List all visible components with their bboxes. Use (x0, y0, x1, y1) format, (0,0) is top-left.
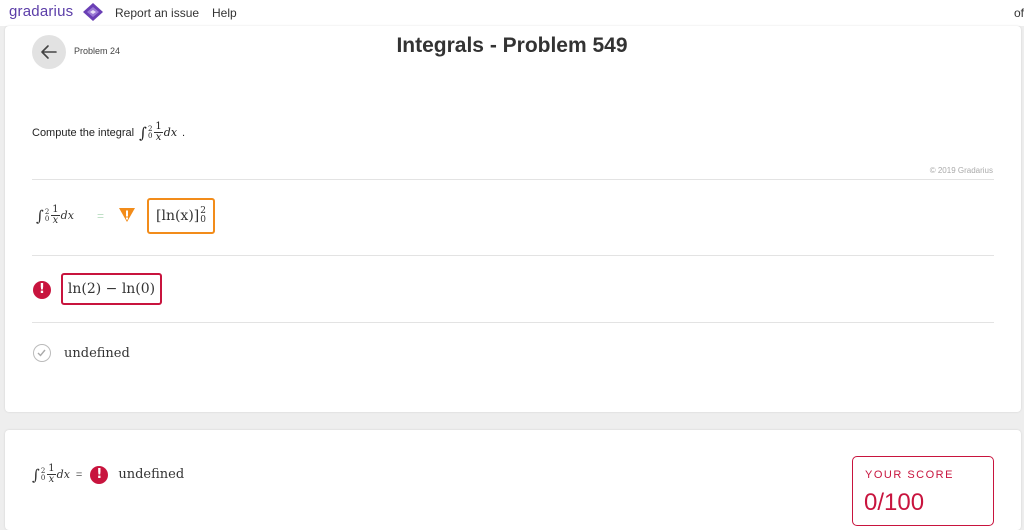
warning-triangle-icon[interactable] (118, 207, 136, 223)
step2-answer: ln(2) − ln(0) (67, 281, 156, 297)
step1-equals: = (97, 209, 105, 223)
navbar-right-text: of (1013, 6, 1024, 20)
lower-limit: 0 (40, 473, 46, 482)
top-navbar: gradarius Report an issue Help of (0, 0, 1024, 26)
integral-limits: 2 0 (44, 208, 50, 223)
page-title: Integrals - Problem 549 (396, 34, 628, 57)
step2-answer-box[interactable]: ln(2) − ln(0) (61, 273, 162, 305)
check-circle-icon[interactable] (33, 344, 51, 362)
differential: dx (56, 468, 70, 481)
differential: dx (163, 126, 178, 139)
divider (32, 255, 994, 256)
check-icon (37, 349, 46, 357)
copyright-text: © 2019 Gradarius (929, 166, 993, 175)
denominator: x (155, 132, 162, 143)
gradarius-logo-icon[interactable] (82, 2, 104, 22)
problem-prompt: Compute the integral ∫ 2 0 1 x dx . (32, 122, 185, 143)
step1-answer: [ln(x)] (156, 208, 200, 224)
divider (32, 322, 994, 323)
error-circle-icon[interactable]: ! (33, 281, 51, 299)
summary-expression: ∫ 2 0 1 x dx = ! undefined (32, 464, 184, 485)
prompt-integral: ∫ 2 0 1 x dx (139, 122, 177, 143)
score-value: 0/100 (864, 489, 925, 516)
help-link[interactable]: Help (212, 6, 237, 20)
integral-sign: ∫ (139, 123, 147, 142)
error-circle-icon[interactable]: ! (90, 465, 109, 484)
fraction: 1 x (154, 122, 163, 143)
integral-sign: ∫ (36, 206, 44, 225)
denominator: x (48, 474, 55, 485)
step1-answer-box[interactable]: [ln(x)] 2 0 (147, 198, 215, 234)
summary-value: undefined (118, 467, 185, 482)
lower-limit: 0 (44, 214, 50, 223)
step1-bounds: 2 0 (200, 207, 206, 225)
summary-integral: ∫ 2 0 1 x dx (32, 464, 70, 485)
integral-limits: 2 0 (40, 467, 46, 482)
step1-integral: ∫ 2 0 1 x dx (36, 205, 74, 226)
brand-name[interactable]: gradarius (9, 3, 73, 20)
score-panel: YOUR SCORE 0/100 (852, 456, 994, 526)
divider (32, 179, 994, 180)
fraction: 1 x (47, 464, 56, 485)
fraction: 1 x (51, 205, 60, 226)
report-issue-link[interactable]: Report an issue (115, 6, 199, 20)
step1-lower: 0 (200, 215, 206, 225)
prompt-text: Compute the integral (32, 126, 135, 139)
score-label: YOUR SCORE (865, 469, 954, 481)
integral-limits: 2 0 (147, 125, 153, 140)
summary-equals: = (75, 468, 83, 481)
step3-answer: undefined (64, 346, 130, 361)
lower-limit: 0 (147, 131, 153, 140)
integral-sign: ∫ (32, 465, 40, 484)
prompt-period: . (182, 126, 186, 139)
differential: dx (60, 209, 74, 222)
denominator: x (52, 215, 59, 226)
